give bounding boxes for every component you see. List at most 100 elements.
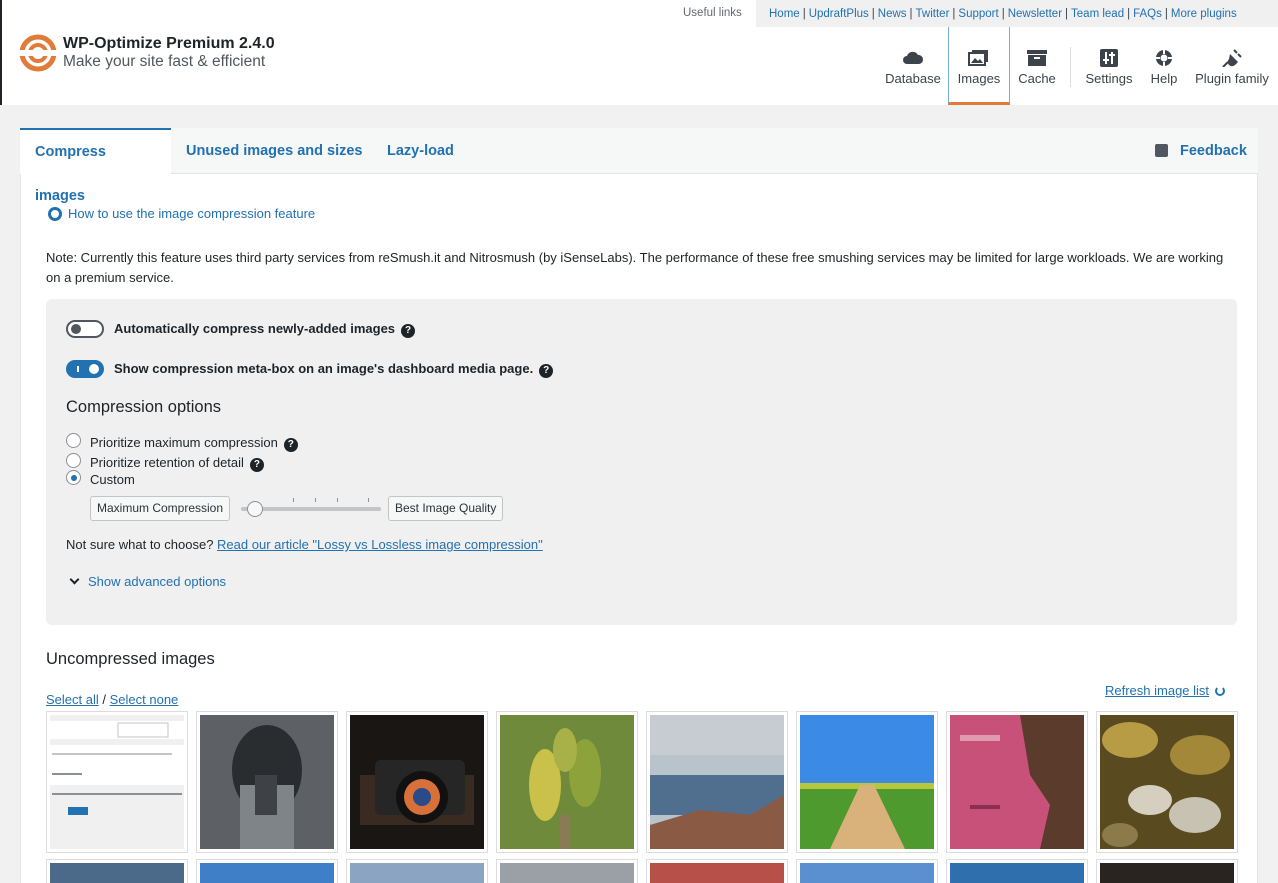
tab-unused-images[interactable]: Unused images and sizes xyxy=(171,128,377,174)
slider-tick xyxy=(293,498,294,502)
meta-box-label: Show compression meta-box on an image's … xyxy=(114,361,534,376)
select-links: Select all / Select none xyxy=(46,692,178,707)
select-none-link[interactable]: Select none xyxy=(110,692,179,707)
show-advanced-label: Show advanced options xyxy=(88,574,227,589)
image-thumbnail[interactable] xyxy=(1096,859,1238,883)
slider-min-label: Maximum Compression xyxy=(90,496,231,521)
link-updraftplus[interactable]: UpdraftPlus xyxy=(809,8,869,20)
notsure-row: Not sure what to choose? Read our articl… xyxy=(66,537,543,552)
image-thumbnail[interactable] xyxy=(496,859,638,883)
settings-icon xyxy=(1100,49,1118,67)
feedback-label: Feedback xyxy=(1180,143,1247,159)
radio-max-compression-row: Prioritize maximum compression? xyxy=(90,435,298,452)
image-thumbnail[interactable] xyxy=(946,859,1088,883)
images-icon xyxy=(968,50,988,66)
tabs: Compress images Unused images and sizes … xyxy=(20,128,1258,204)
link-faqs[interactable]: FAQs xyxy=(1133,8,1162,20)
lossy-article-link[interactable]: Read our article "Lossy vs Lossless imag… xyxy=(217,537,543,552)
link-more-plugins[interactable]: More plugins xyxy=(1171,8,1237,20)
slider-tick xyxy=(368,498,369,502)
slider-max-label: Best Image Quality xyxy=(388,496,504,521)
nav-plugin-family[interactable]: Plugin family xyxy=(1190,27,1274,105)
link-team-lead[interactable]: Team lead xyxy=(1071,8,1124,20)
plugin-header: Useful links Home | UpdraftPlus | News | Twitt… xyxy=(0,0,1278,105)
show-advanced-options[interactable]: Show advanced options xyxy=(68,574,226,589)
help-icon[interactable]: ? xyxy=(249,458,264,472)
link-newsletter[interactable]: Newsletter xyxy=(1008,8,1062,20)
help-icon[interactable]: ? xyxy=(539,364,554,378)
feedback-link[interactable]: Feedback xyxy=(1155,143,1247,159)
image-thumbnail-road[interactable] xyxy=(796,711,938,853)
uncompressed-images-title: Uncompressed images xyxy=(46,650,215,668)
nav-cache[interactable]: Cache xyxy=(1012,27,1062,105)
radio-max-compression[interactable] xyxy=(66,433,81,448)
nav-help-label: Help xyxy=(1150,71,1178,86)
wp-optimize-logo-icon xyxy=(18,34,58,72)
plug-icon xyxy=(1222,49,1242,67)
radio-custom[interactable] xyxy=(66,470,81,485)
nav-plugin-family-label: Plugin family xyxy=(1195,71,1269,86)
brand-title: WP-Optimize Premium 2.4.0 xyxy=(63,35,275,52)
nav-images-label: Images xyxy=(957,71,1001,86)
nav-settings[interactable]: Settings xyxy=(1080,27,1138,105)
lifebuoy-icon xyxy=(1156,50,1172,66)
image-thumbnail[interactable] xyxy=(196,859,338,883)
image-thumbnail-tunnel[interactable] xyxy=(196,711,338,853)
auto-compress-toggle[interactable] xyxy=(66,320,104,338)
image-thumbnail-pink-wall[interactable] xyxy=(946,711,1088,853)
nav-divider xyxy=(1070,47,1071,87)
refresh-icon xyxy=(1215,686,1226,696)
link-twitter[interactable]: Twitter xyxy=(916,8,950,20)
nav-cache-label: Cache xyxy=(1018,71,1056,86)
radio-custom-label: Custom xyxy=(90,472,135,487)
slider-tick xyxy=(337,498,338,502)
image-thumbnail[interactable] xyxy=(46,859,188,883)
image-thumbnail-mountain[interactable] xyxy=(646,711,788,853)
meta-box-row: Show compression meta-box on an image's … xyxy=(114,361,554,378)
radio-retention-detail-row: Prioritize retention of detail? xyxy=(90,455,264,472)
nav-help[interactable]: Help xyxy=(1144,27,1184,105)
archive-icon xyxy=(1027,50,1047,66)
help-icon[interactable]: ? xyxy=(401,324,416,338)
brand-subtitle: Make your site fast & efficient xyxy=(63,53,266,70)
howto-link[interactable]: How to use the image compression feature xyxy=(48,206,315,221)
slider-tick xyxy=(315,498,316,502)
tab-lazy-load[interactable]: Lazy-load xyxy=(372,128,469,174)
refresh-label: Refresh image list xyxy=(1105,683,1210,698)
tab-compress-images[interactable]: Compress images xyxy=(20,128,171,204)
image-thumbnail-screenshot[interactable] xyxy=(46,711,188,853)
notsure-text: Not sure what to choose? xyxy=(66,537,214,552)
auto-compress-label: Automatically compress newly-added image… xyxy=(114,321,396,336)
nav-images[interactable]: Images xyxy=(948,27,1010,105)
howto-label: How to use the image compression feature xyxy=(68,206,316,221)
help-icon[interactable]: ? xyxy=(283,438,298,452)
useful-links-bar: Home | UpdraftPlus | News | Twitter | Support | Ne… xyxy=(756,0,1278,27)
chevron-down-icon xyxy=(69,574,80,585)
image-thumbnail-papaya[interactable] xyxy=(496,711,638,853)
meta-box-toggle[interactable] xyxy=(66,360,104,378)
image-thumbnail[interactable] xyxy=(646,859,788,883)
nav-database[interactable]: Database xyxy=(882,27,944,105)
nav-settings-label: Settings xyxy=(1085,71,1133,86)
lifebuoy-icon xyxy=(48,207,62,221)
link-support[interactable]: Support xyxy=(958,8,998,20)
select-separator: / xyxy=(102,692,106,707)
image-thumbnail-camera[interactable] xyxy=(346,711,488,853)
comment-icon xyxy=(1155,144,1168,157)
image-thumbnail[interactable] xyxy=(346,859,488,883)
third-party-note: Note: Currently this feature uses third … xyxy=(46,250,1224,285)
select-all-link[interactable]: Select all xyxy=(46,692,99,707)
auto-compress-row: Automatically compress newly-added image… xyxy=(114,321,416,338)
radio-retention-detail[interactable] xyxy=(66,453,81,468)
image-thumbnail[interactable] xyxy=(796,859,938,883)
image-thumbnail-stones[interactable] xyxy=(1096,711,1238,853)
radio-retention-detail-label: Prioritize retention of detail xyxy=(90,455,244,470)
compression-options-title: Compression options xyxy=(66,398,221,416)
radio-max-compression-label: Prioritize maximum compression xyxy=(90,435,278,450)
link-home[interactable]: Home xyxy=(769,8,800,20)
useful-links-label: Useful links xyxy=(683,7,742,19)
link-news[interactable]: News xyxy=(878,8,907,20)
nav-database-label: Database xyxy=(885,71,941,86)
cloud-icon xyxy=(903,51,924,64)
refresh-image-list[interactable]: Refresh image list xyxy=(1105,683,1226,698)
